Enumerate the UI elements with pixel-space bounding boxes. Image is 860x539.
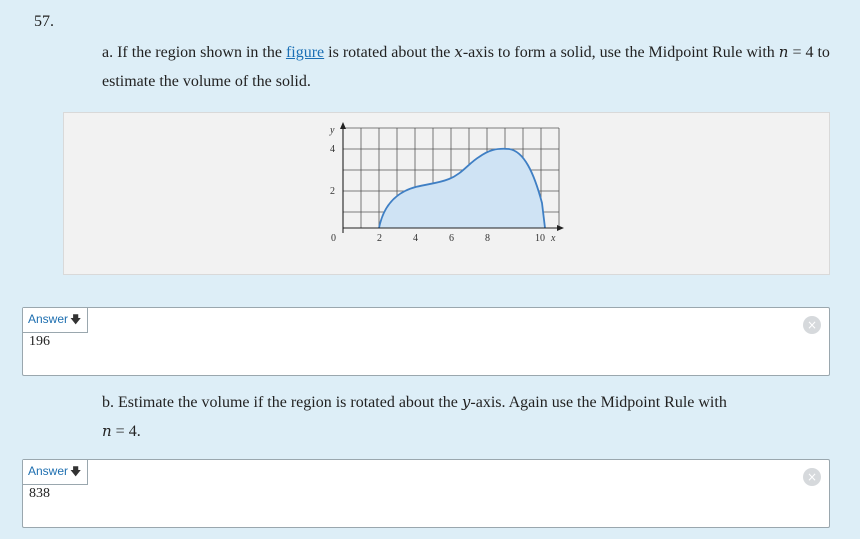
var-x: x <box>454 43 463 61</box>
x-tick-2: 2 <box>377 233 382 244</box>
y-tick-4: 4 <box>330 144 335 155</box>
x-axis-label: x <box>550 233 556 244</box>
question-part-a: a. If the region shown in the figure is … <box>102 38 842 96</box>
var-n: n <box>778 43 789 61</box>
y-axis-arrow <box>340 122 346 129</box>
question-part-b: b. Estimate the volume if the region is … <box>102 388 842 446</box>
part-a-text-3: -axis to form a solid, use the Midpoint … <box>462 44 779 61</box>
answer-label-a: Answer <box>28 312 69 326</box>
x-tick-8: 8 <box>485 233 490 244</box>
y-tick-0: 0 <box>331 233 336 244</box>
region-graph: y 4 2 0 2 4 6 8 10 x <box>329 122 564 244</box>
answer-box-b[interactable]: Answer 🡇 838 × <box>22 459 830 528</box>
figure-panel: y 4 2 0 2 4 6 8 10 x <box>63 112 830 275</box>
answer-value-a: 196 <box>29 334 50 349</box>
shaded-region <box>379 148 545 228</box>
answer-label-b: Answer <box>28 464 69 478</box>
y-tick-2: 2 <box>330 186 335 197</box>
clear-icon[interactable]: × <box>803 316 821 334</box>
x-tick-4: 4 <box>413 233 418 244</box>
part-a-text-1: a. If the region shown in the <box>102 44 286 61</box>
answer-value-b: 838 <box>29 486 50 501</box>
part-a-text-2: is rotated about the <box>324 44 455 61</box>
part-b-text-2: -axis. Again use the Midpoint Rule with <box>470 394 727 411</box>
y-axis-label: y <box>329 125 335 136</box>
x-tick-10: 10 <box>535 233 545 244</box>
var-n-b: n <box>102 422 112 440</box>
x-tick-6: 6 <box>449 233 454 244</box>
answer-toggle-a[interactable]: Answer 🡇 <box>23 308 89 333</box>
arrow-down-icon: 🡇 <box>70 314 82 326</box>
problem-number: 57. <box>34 13 54 30</box>
answer-box-a[interactable]: Answer 🡇 196 × <box>22 307 830 376</box>
x-axis-arrow <box>557 225 564 231</box>
part-b-text-1: b. Estimate the volume if the region is … <box>102 394 462 411</box>
answer-toggle-b[interactable]: Answer 🡇 <box>23 460 89 485</box>
clear-icon[interactable]: × <box>803 468 821 486</box>
figure-link[interactable]: figure <box>286 44 324 61</box>
part-b-text-3: = 4. <box>111 423 141 440</box>
arrow-down-icon: 🡇 <box>70 466 82 478</box>
